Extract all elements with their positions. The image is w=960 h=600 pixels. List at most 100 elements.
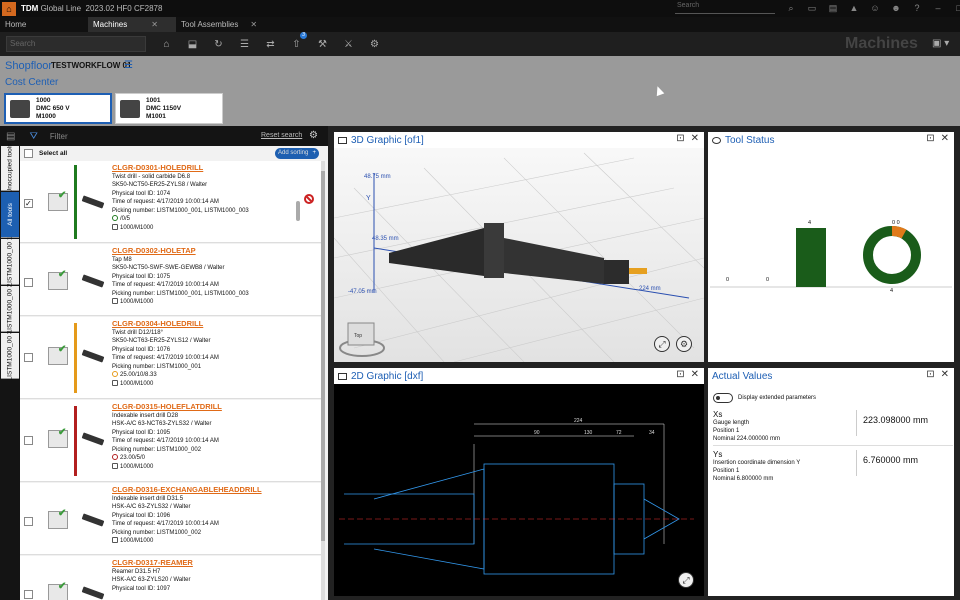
fit-view-icon[interactable]: ⤢ — [654, 336, 670, 352]
row-checkbox[interactable] — [24, 517, 33, 526]
tab-list-3[interactable]: LISTM1000_00 3 — [1, 331, 19, 380]
tab-machines[interactable]: Machines ✕ — [88, 17, 176, 32]
display-icon[interactable]: ▭ — [806, 2, 818, 14]
close-tab-icon[interactable]: ✕ — [151, 20, 158, 29]
cost-center-label[interactable]: Cost Center — [5, 77, 58, 88]
tool-name-link[interactable]: CLGR-D0317-REAMER — [112, 558, 193, 568]
workflow-name: TESTWORKFLOW 01 — [51, 61, 132, 70]
list-icon[interactable]: ☰ — [238, 38, 251, 51]
inbox-icon[interactable]: ⬓ — [186, 38, 199, 51]
tool-settings-icon[interactable]: ⚙ — [368, 38, 381, 51]
tab-unoccupied-tools[interactable]: Unoccupied tools — [1, 143, 19, 193]
tool-machine: 1000/M1000 — [120, 299, 154, 305]
reset-search-link[interactable]: Reset search — [261, 132, 302, 139]
machine-card[interactable]: 1001 DMC 1150V M1001 — [115, 93, 223, 124]
tab-home[interactable]: Home — [0, 17, 88, 32]
tab-list-2[interactable]: LISTM1000_00 2 — [1, 284, 19, 333]
shopfloor-link[interactable]: Shopfloor — [5, 60, 52, 72]
menu-icon[interactable]: ☰ — [124, 60, 133, 71]
machine-icon — [112, 379, 118, 386]
bar-occupied — [796, 228, 826, 287]
help-icon[interactable]: ? — [911, 2, 923, 14]
tool-remove-icon[interactable]: ⚔ — [342, 38, 355, 51]
minimize-icon[interactable]: – — [932, 2, 944, 14]
machine-icon — [112, 298, 118, 305]
tool-name-link[interactable]: CLGR-D0301-HOLEDRILL — [112, 163, 249, 173]
user-icon[interactable]: ☻ — [890, 2, 902, 14]
clipboard-icon[interactable]: ▤ — [827, 2, 839, 14]
close-icon[interactable]: ✕ — [941, 133, 949, 144]
tab-tool-assemblies[interactable]: Tool Assemblies ✕ — [176, 17, 264, 32]
transfer-icon[interactable]: ⇄ — [264, 38, 277, 51]
search-icon[interactable]: ⌕ — [785, 2, 797, 14]
export-icon[interactable]: ⇧ 3 — [290, 31, 307, 51]
list-item[interactable]: CLGR-D0304-HOLEDRILL Twist drill D12/118… — [20, 317, 321, 399]
maximize-icon[interactable]: ⊡ — [926, 369, 934, 380]
global-search-input[interactable]: Search — [675, 2, 775, 14]
tool-description: Indexable insert drill D31.5 — [112, 495, 184, 502]
row-checkbox[interactable] — [24, 436, 33, 445]
list-item[interactable]: ✓ CLGR-D0301-HOLEDRILL Twist drill - sol… — [20, 161, 321, 243]
view-cube[interactable]: Top — [339, 322, 385, 357]
row-checkbox[interactable] — [24, 278, 33, 287]
machine-card[interactable]: 1000 DMC 650 V M1000 — [4, 93, 112, 124]
list-item[interactable]: CLGR-D0316-EXCHANGABLEHEADDRILL Indexabl… — [20, 483, 321, 555]
maximize-icon[interactable]: ⊡ — [676, 133, 684, 144]
close-icon[interactable]: ✕ — [691, 133, 699, 144]
add-sorting-button[interactable]: Add sorting + — [275, 148, 319, 159]
tool-machine: 1000/M1000 — [120, 380, 154, 387]
tool-adapter: SK50-NCT50-SWF-SWE-GEWB8 / Walter — [112, 265, 225, 271]
3d-viewport[interactable]: Y 48.75 mm 48.35 mm 224 mm -47.05 mm Top — [334, 148, 704, 362]
picking-number: Picking number: LISTM1000_002 — [112, 446, 202, 453]
refresh-icon[interactable]: ↻ — [212, 38, 225, 51]
maximize-icon[interactable]: ⊡ — [926, 133, 934, 144]
tool-adapter: HSK-A/C 63-NCT63-ZYLS32 / Walter — [112, 421, 212, 427]
close-tab-icon[interactable]: ✕ — [250, 20, 257, 29]
tool-name-link[interactable]: CLGR-D0315-HOLEFLATDRILL — [112, 402, 222, 412]
users-icon[interactable]: ☺ — [869, 2, 881, 14]
extended-params-toggle[interactable] — [713, 393, 733, 403]
tool-name-link[interactable]: CLGR-D0316-EXCHANGABLEHEADDRILL — [112, 485, 262, 495]
tool-life: /0/5 — [120, 216, 131, 222]
tool-name-link[interactable]: CLGR-D0302-HOLETAP — [112, 246, 249, 256]
module-search-input[interactable]: Search — [6, 36, 146, 52]
list-item[interactable]: CLGR-D0315-HOLEFLATDRILL Indexable inser… — [20, 400, 321, 482]
shopfloor-bar: Shopfloor TESTWORKFLOW 01 ☰ Cost Center … — [0, 56, 960, 126]
tool-list-panel: ▤ ⛛ Filter Reset search ⚙ Unoccupied too… — [0, 126, 328, 600]
document-icon[interactable]: ▤ — [6, 131, 15, 142]
filter-icon[interactable]: ⛛ — [29, 131, 37, 142]
tool-adapter: HSK-A/C 63-ZYLS20 / Walter — [112, 577, 191, 583]
donut-top-label: 0 0 — [892, 220, 900, 226]
panel-title: Tool Status — [725, 134, 775, 146]
bell-icon[interactable]: ▲ — [848, 2, 860, 14]
home-icon[interactable]: ⌂ — [160, 38, 173, 51]
scrollbar-thumb[interactable] — [321, 171, 325, 541]
graphic-2d-panel: 2D Graphic [dxf] ⊡ ✕ 224 90 130 72 34 ⤢ — [334, 368, 704, 596]
settings-icon[interactable]: ⚙ — [676, 336, 692, 352]
tool-name-link[interactable]: CLGR-D0304-HOLEDRILL — [112, 319, 219, 329]
tab-list-1[interactable]: LISTM1000_00 1 — [1, 237, 19, 286]
list-item[interactable]: CLGR-D0302-HOLETAP Tap M8 SK50-NCT50-SWF… — [20, 244, 321, 316]
tool-icon[interactable]: ⚒ — [316, 38, 329, 51]
scrollbar[interactable] — [321, 161, 325, 600]
maximize-icon[interactable]: ⊡ — [676, 369, 684, 380]
2d-viewport[interactable]: 224 90 130 72 34 — [334, 384, 704, 596]
close-icon[interactable]: ✕ — [691, 369, 699, 380]
settings-icon[interactable]: ⚙ — [309, 130, 318, 141]
row-checkbox[interactable] — [24, 353, 33, 362]
status-chart: 0 0 4 0 0 4 — [710, 220, 952, 294]
fit-view-icon[interactable]: ⤢ — [678, 572, 694, 588]
select-all-label: Select all — [39, 150, 68, 157]
maximize-icon[interactable]: □ — [953, 2, 960, 14]
layout-icon[interactable]: ▣ ▾ — [932, 38, 949, 49]
tab-all-tools[interactable]: All tools — [1, 192, 19, 238]
gauge-icon — [712, 136, 721, 144]
life-icon — [112, 215, 118, 222]
row-checkbox[interactable]: ✓ — [24, 199, 33, 208]
select-all-checkbox[interactable] — [24, 149, 33, 158]
list-item[interactable]: CLGR-D0317-REAMER Reamer D31.5 H7 HSK-A/… — [20, 556, 321, 600]
filter-input[interactable]: Filter — [50, 132, 68, 141]
image-icon — [338, 372, 347, 380]
row-checkbox[interactable] — [24, 590, 33, 599]
close-icon[interactable]: ✕ — [941, 369, 949, 380]
